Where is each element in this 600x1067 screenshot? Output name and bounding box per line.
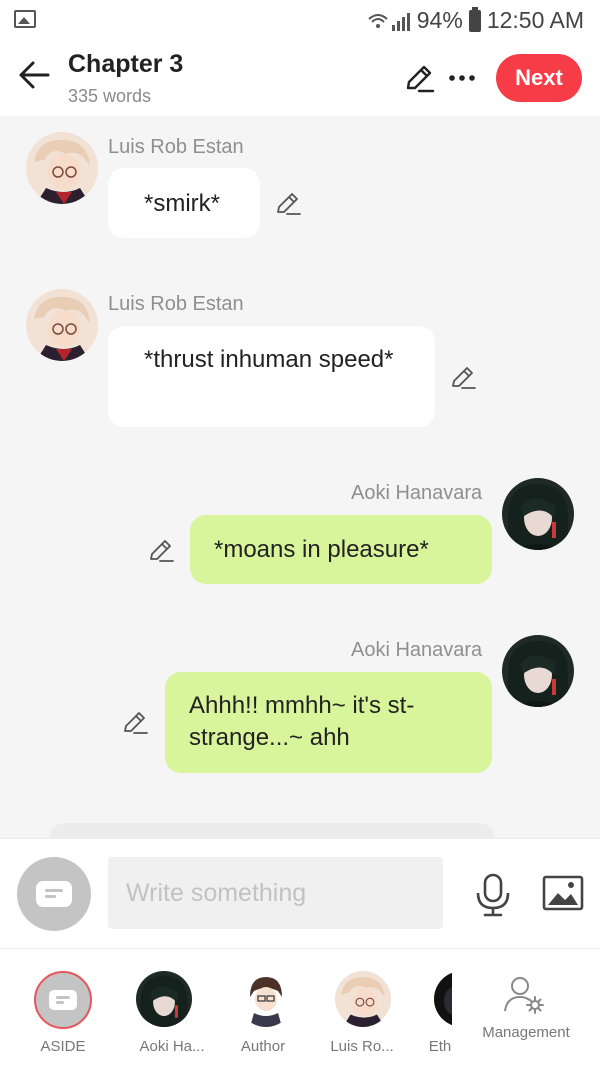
avatar-author	[238, 971, 294, 1027]
avatar-aoki[interactable]	[502, 478, 574, 550]
signal-icon	[368, 12, 410, 31]
avatar-luis[interactable]	[26, 132, 98, 204]
tab-aoki[interactable]: Aoki Ha...	[111, 949, 211, 1067]
tab-label: Eth	[428, 1038, 452, 1055]
chapter-title: Chapter 3	[68, 50, 184, 78]
word-count: 335 words	[68, 86, 152, 106]
status-bar: 94% 12:50 AM	[0, 0, 600, 40]
avatar-aoki	[136, 971, 192, 1027]
composer	[0, 823, 600, 948]
avatar-aoki[interactable]	[502, 635, 574, 707]
avatar-luis	[335, 971, 391, 1027]
next-button[interactable]: Next	[496, 54, 582, 102]
aside-button[interactable]	[17, 857, 91, 931]
battery-icon	[468, 6, 481, 32]
management-icon[interactable]	[502, 975, 546, 1015]
more-dots-icon[interactable]	[446, 62, 478, 94]
sender-name: Aoki Hanavara	[351, 639, 483, 661]
message-input[interactable]	[108, 857, 443, 929]
image-icon	[14, 10, 36, 28]
back-arrow-icon[interactable]	[18, 58, 52, 92]
pencil-icon[interactable]	[275, 190, 301, 216]
microphone-icon[interactable]	[474, 873, 512, 917]
aside-icon	[34, 971, 92, 1029]
chat-area[interactable]: Luis Rob Estan *smirk* Luis Rob Estan *t…	[0, 116, 600, 838]
sender-name: Luis Rob Estan	[108, 293, 244, 315]
avatar-luis[interactable]	[26, 289, 98, 361]
tab-label: Aoki Ha...	[139, 1038, 205, 1055]
tab-aside[interactable]: ASIDE	[0, 949, 100, 1067]
pencil-icon[interactable]	[450, 364, 476, 390]
avatar-eth	[434, 971, 452, 1027]
aside-icon	[36, 881, 72, 907]
character-tabs: ASIDE Aoki Ha... Author Luis Ro... Eth M…	[0, 948, 600, 1067]
battery-percent: 94%	[416, 7, 463, 33]
message-bubble[interactable]: *smirk*	[108, 168, 260, 238]
chapter-header: Chapter 3 335 words Next	[0, 40, 600, 116]
tab-management-label[interactable]: Management	[474, 1024, 578, 1041]
pencil-icon[interactable]	[122, 709, 148, 735]
tab-eth[interactable]: Eth	[396, 949, 452, 1067]
tab-label: Author	[240, 1038, 286, 1055]
pencil-icon[interactable]	[403, 62, 435, 94]
sender-name: Luis Rob Estan	[108, 136, 244, 158]
pencil-icon[interactable]	[148, 537, 174, 563]
message-bubble[interactable]: *moans in pleasure*	[190, 515, 492, 584]
message-bubble[interactable]: *thrust inhuman speed*	[108, 326, 435, 427]
photo-icon[interactable]	[542, 875, 584, 911]
tab-author[interactable]: Author	[213, 949, 313, 1067]
clock: 12:50 AM	[486, 7, 584, 33]
message-bubble[interactable]: Ahhh!! mmhh~ it's st-strange...~ ahh	[165, 672, 492, 773]
sender-name: Aoki Hanavara	[351, 482, 483, 504]
scroll-peek	[50, 823, 494, 839]
tab-label: ASIDE	[40, 1038, 86, 1055]
